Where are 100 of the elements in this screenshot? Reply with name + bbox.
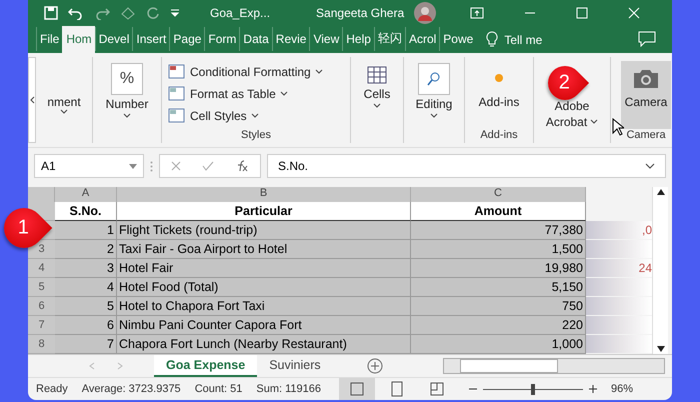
table-cell: Taxi Fair - Goa Airport to Hotel [117,240,411,259]
table-cell: 77,380 [411,221,586,240]
table-cell: 7 [55,335,117,354]
table-cell: 19,980 [411,259,586,278]
alignment-button[interactable]: nment [47,94,81,109]
vertical-scrollbar[interactable] [652,187,668,354]
ribbon-tab[interactable]: Powe [439,26,476,51]
header-cell: Particular [117,202,411,221]
table-cell: 750 [411,297,586,316]
dropdown-caret-icon [123,112,131,119]
table-cell: Hotel to Chapora Fort Taxi [117,297,411,316]
view-button[interactable] [339,378,376,400]
table-cell: 5 [55,297,117,316]
blurred-cell [586,297,652,315]
blurred-cell: 24 [586,259,652,277]
search-icon [426,72,441,86]
table-cell: Flight Tickets (round-trip) [117,221,411,240]
dot-icon [494,72,504,83]
ribbon-tab[interactable]: Form [204,26,240,51]
row-number: 7 [28,316,55,335]
ribbon-tab[interactable]: Devel [94,26,132,51]
refresh-icon[interactable] [146,6,160,20]
ribbon-tab[interactable]: View [309,26,342,51]
status-stat: Sum: 119166 [256,383,322,395]
row-number: 5 [28,278,55,297]
dropdown-caret-icon [280,90,288,97]
file-name: Goa_Exp... [210,6,270,20]
cursor-icon [612,118,624,136]
ribbon-tab[interactable]: Page [169,26,204,51]
table-cell: 1,500 [411,240,586,259]
user-name: Sangeeta Ghera [316,6,404,20]
editing-button[interactable]: Editing [412,60,456,113]
column-header: A [55,187,117,202]
dropdown-caret-icon [590,118,598,125]
close-icon[interactable] [628,6,640,19]
styles-menu-item[interactable]: Conditional Formatting [168,60,323,83]
customize-icon[interactable] [170,8,180,18]
ribbon-display-icon[interactable] [470,6,484,19]
ribbon-tab[interactable]: Hom [62,26,95,53]
normal-view-icon [349,381,366,397]
dropdown-caret-icon [373,102,381,109]
redo-icon[interactable] [94,6,110,20]
dropdown-caret-icon [250,112,259,119]
table-style-icon [168,108,186,124]
up-arrow-icon [656,189,664,195]
shape-icon[interactable] [120,6,136,20]
table-cell: 220 [411,316,586,335]
row-number: 4 [28,259,55,278]
camera-button[interactable]: Camera [620,60,672,129]
status-text: Ready [36,383,68,395]
undo-icon[interactable] [68,6,84,20]
ribbon-tab[interactable]: Help [342,26,374,51]
header-cell: Amount [411,202,586,221]
table-cell: 4 [55,278,117,297]
blurred-cell: ,0 [586,221,652,239]
table-cell: Hotel Food (Total) [117,278,411,297]
ribbon-tab[interactable]: Acrol [404,26,440,51]
grip-icon [150,160,153,172]
header-cell: S.No. [55,202,117,221]
add-ins-button[interactable]: Add-ins [474,60,524,111]
table-cell: 6 [55,316,117,335]
avatar-icon[interactable] [414,2,436,24]
cells-button[interactable]: Cells [360,60,394,103]
add-sheet-icon[interactable] [366,358,383,374]
tell-me-field[interactable]: Tell me [504,32,542,47]
column-header: B [117,187,411,202]
layout-view-icon [389,381,406,397]
dropdown-caret-icon [60,108,68,115]
zoom-in-icon[interactable] [589,385,598,393]
group-label: Add-ins [480,128,518,141]
table-cell: 3 [55,259,117,278]
group-label: Camera [626,128,666,141]
ribbon-tab[interactable]: Data [239,26,272,51]
styles-menu-item[interactable]: Cell Styles [168,104,259,127]
lightbulb-icon[interactable] [486,30,498,47]
save-icon[interactable] [44,6,58,20]
table-cell: Hotel Fair [117,259,411,278]
table-cell: 1 [55,221,117,240]
formula-field[interactable]: S.No. [267,154,666,178]
blurred-cell [586,335,652,353]
status-stat: Count: 51 [194,383,242,395]
table-cell: Nimbu Pani Counter Capora Fort [117,316,411,335]
sheet-tab[interactable]: Goa Expense [154,355,258,377]
table-style-icon [168,64,186,80]
ribbon-tab[interactable]: Revie [272,26,310,51]
maximize-icon[interactable] [576,6,588,19]
number-button[interactable]: % Number [102,60,152,113]
table-cell: 1,000 [411,335,586,354]
sheet-tab[interactable]: Suviniers [257,355,333,377]
ribbon-tab[interactable]: Insert [132,26,170,51]
dropdown-caret-icon [430,112,438,119]
blurred-cell [586,278,652,296]
down-arrow-icon [656,346,664,352]
column-header: C [411,187,586,202]
horizontal-scrollbar[interactable] [442,358,665,374]
name-box[interactable]: A1 [34,154,144,178]
comments-icon[interactable] [638,30,656,47]
styles-menu-item[interactable]: Format as Table [168,82,288,105]
expand-caret-icon [645,163,655,170]
ribbon-tab[interactable]: 轻闪 [374,26,405,51]
